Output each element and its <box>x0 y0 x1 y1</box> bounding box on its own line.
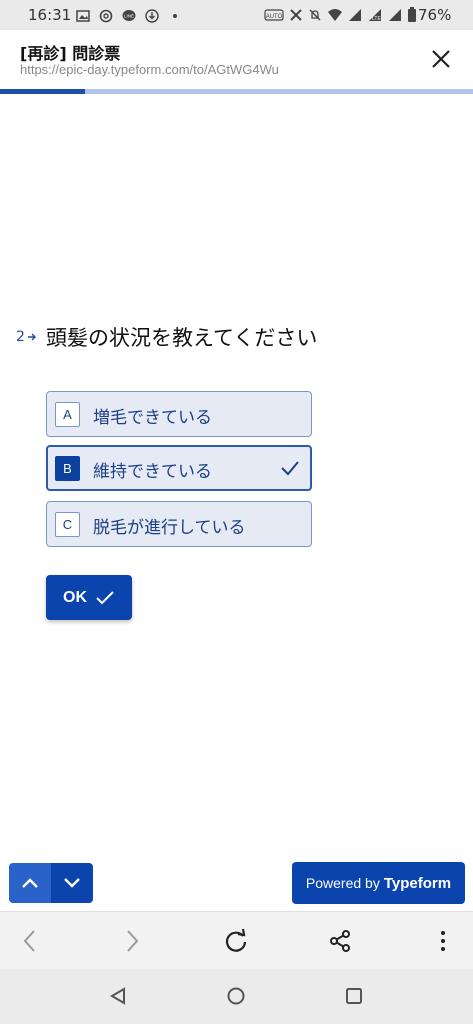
status-time: 16:31 <box>28 6 72 24</box>
svg-text:LINE: LINE <box>124 14 134 19</box>
powered-by-typeform-button[interactable]: Powered by Typeform <box>292 862 465 904</box>
share-button[interactable] <box>326 927 354 955</box>
custom-tab-header: [再診] 問診票 https://epic-day.typeform.com/t… <box>0 30 473 90</box>
choice-c[interactable]: C 脱毛が進行している <box>46 501 312 547</box>
close-button[interactable] <box>424 42 458 76</box>
choice-key: C <box>55 512 80 537</box>
svg-text:LTE: LTE <box>372 16 381 22</box>
mute-icon <box>309 9 321 21</box>
back-button[interactable] <box>16 927 44 955</box>
android-navigation-bar <box>0 969 473 1024</box>
signal-icon <box>349 9 361 21</box>
progress-bar <box>0 89 85 94</box>
reload-button[interactable] <box>222 927 250 955</box>
wifi-icon <box>328 9 342 21</box>
choice-key: A <box>55 402 80 427</box>
auto-brightness-icon: AUTO <box>264 9 284 21</box>
chevron-down-icon <box>64 878 80 888</box>
download-icon <box>145 8 159 23</box>
next-question-button[interactable] <box>51 863 93 903</box>
signal-2-icon <box>389 9 401 21</box>
powered-brand: Typeform <box>383 874 452 892</box>
previous-question-button[interactable] <box>9 863 51 903</box>
dot-icon <box>168 8 182 22</box>
back-triangle-icon[interactable] <box>108 986 128 1006</box>
powered-prefix: Powered by <box>305 875 380 891</box>
x-icon <box>290 9 302 21</box>
lte-icon: LTE <box>369 9 381 22</box>
threads-icon <box>99 8 113 23</box>
close-icon <box>432 50 450 68</box>
ok-label: OK <box>63 588 87 606</box>
status-bar: 16:31 LINE AUTO LTE 76% <box>0 0 473 30</box>
question-text: 頭髪の状況を教えてください <box>46 326 318 350</box>
arrow-right-icon <box>27 333 36 341</box>
question-number-label: 2 <box>16 329 25 345</box>
choice-a[interactable]: A 増毛できている <box>46 391 312 437</box>
more-menu-button[interactable] <box>429 927 457 955</box>
chevron-left-icon <box>23 930 35 952</box>
page-url[interactable]: https://epic-day.typeform.com/to/AGtWG4W… <box>20 62 279 77</box>
recents-square-icon[interactable] <box>344 986 364 1006</box>
question-number: 2 <box>16 329 37 345</box>
share-icon <box>330 930 350 952</box>
choice-label: 脱毛が進行している <box>93 518 246 538</box>
choice-key: B <box>55 456 80 481</box>
choice-label: 増毛できている <box>93 408 212 428</box>
forward-button[interactable] <box>118 927 146 955</box>
more-vertical-icon <box>441 931 445 951</box>
choice-b[interactable]: B 維持できている <box>46 445 312 491</box>
ok-button[interactable]: OK <box>46 575 132 620</box>
svg-text:AUTO: AUTO <box>266 14 283 20</box>
home-circle-icon[interactable] <box>226 986 246 1006</box>
check-icon <box>96 590 114 604</box>
choice-label: 維持できている <box>93 462 212 482</box>
reload-icon <box>225 928 247 952</box>
gallery-icon <box>76 8 90 22</box>
battery-icon <box>408 7 416 22</box>
battery-percent: 76% <box>418 6 452 24</box>
chevron-right-icon <box>127 930 139 952</box>
page-title: [再診] 問診票 <box>20 44 121 63</box>
chevron-up-icon <box>22 878 38 888</box>
line-icon: LINE <box>122 8 136 22</box>
system-icons: AUTO LTE <box>264 7 417 23</box>
notification-icons: LINE <box>76 8 182 23</box>
check-icon <box>281 461 299 476</box>
browser-toolbar <box>0 911 473 969</box>
